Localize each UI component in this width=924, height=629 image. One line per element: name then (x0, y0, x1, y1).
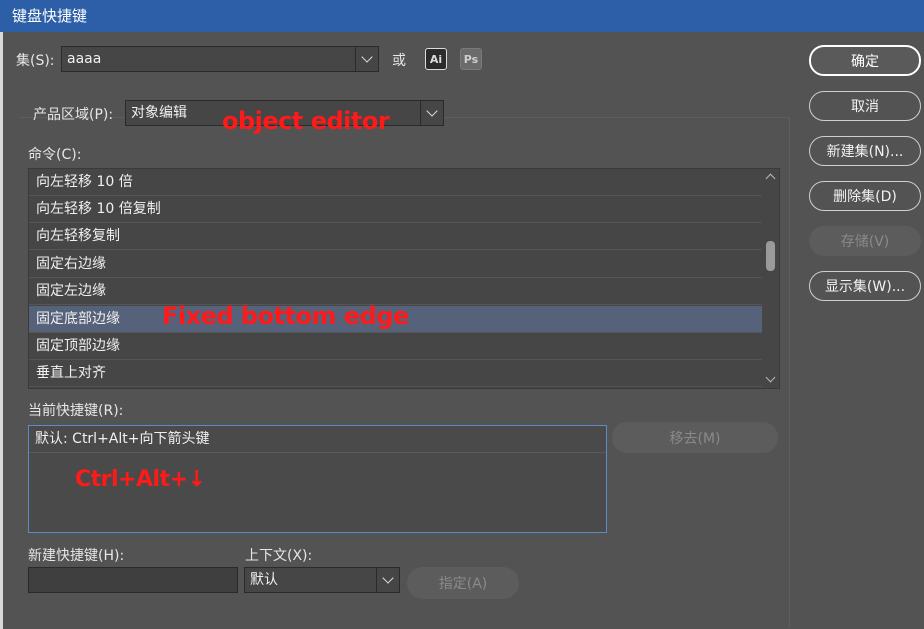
delete-set-button[interactable]: 删除集(D) (809, 181, 921, 211)
show-set-button[interactable]: 显示集(W)... (809, 271, 921, 301)
new-shortcut-input[interactable] (28, 567, 238, 593)
set-value: aaaa (67, 51, 102, 67)
scroll-up-icon[interactable] (765, 173, 776, 184)
assign-button[interactable]: 指定(A) (407, 567, 519, 599)
set-select[interactable]: aaaa (61, 46, 379, 72)
new-shortcut-label: 新建快捷键(H): (28, 548, 125, 564)
context-label: 上下文(X): (245, 548, 313, 564)
list-item[interactable]: 向左轻移 10 倍复制 (29, 196, 763, 223)
chevron-down-icon[interactable] (376, 568, 399, 592)
or-label: 或 (392, 53, 406, 69)
remove-button[interactable]: 移去(M) (612, 422, 778, 453)
list-item[interactable]: 向左轻移复制 (29, 223, 763, 250)
current-shortcuts-label: 当前快捷键(R): (28, 403, 124, 419)
window-title: 键盘快捷键 (0, 0, 924, 32)
commands-scrollbar[interactable] (762, 169, 779, 388)
background-window-edge (0, 32, 3, 629)
save-button[interactable]: 存储(V) (809, 226, 921, 256)
chevron-down-icon[interactable] (355, 47, 378, 71)
area-value: 对象编辑 (131, 105, 187, 121)
new-set-button[interactable]: 新建集(N)... (809, 136, 921, 166)
context-value: 默认 (250, 572, 278, 588)
commands-label: 命令(C): (28, 147, 82, 163)
scrollbar-thumb[interactable] (766, 241, 775, 271)
list-item[interactable]: 默认: Ctrl+Alt+向下箭头键 (29, 426, 606, 453)
illustrator-set-icon[interactable]: Ai (425, 48, 447, 70)
annotation-shortcut: Ctrl+Alt+↓ (75, 467, 206, 492)
list-item[interactable]: 固定顶部边缘 (29, 333, 763, 360)
cancel-button[interactable]: 取消 (809, 91, 921, 121)
scroll-down-icon[interactable] (765, 372, 776, 383)
annotation-area: object editor (222, 107, 390, 135)
set-label: 集(S): (16, 53, 55, 69)
annotation-command: Fixed bottom edge (162, 302, 409, 330)
list-item[interactable]: 向左轻移 10 倍 (29, 169, 763, 196)
photoshop-set-icon[interactable]: Ps (460, 48, 482, 70)
context-select[interactable]: 默认 (244, 567, 400, 593)
area-label: 产品区域(P): (33, 107, 114, 123)
ok-button[interactable]: 确定 (809, 45, 921, 76)
commands-list[interactable]: 向左轻移 10 倍 向左轻移 10 倍复制 向左轻移复制 固定右边缘 固定左边缘… (28, 168, 780, 389)
chevron-down-icon[interactable] (420, 101, 443, 125)
list-item[interactable]: 固定右边缘 (29, 251, 763, 278)
list-item[interactable]: 垂直上对齐 (29, 360, 763, 387)
list-item[interactable]: 固定左边缘 (29, 278, 763, 305)
